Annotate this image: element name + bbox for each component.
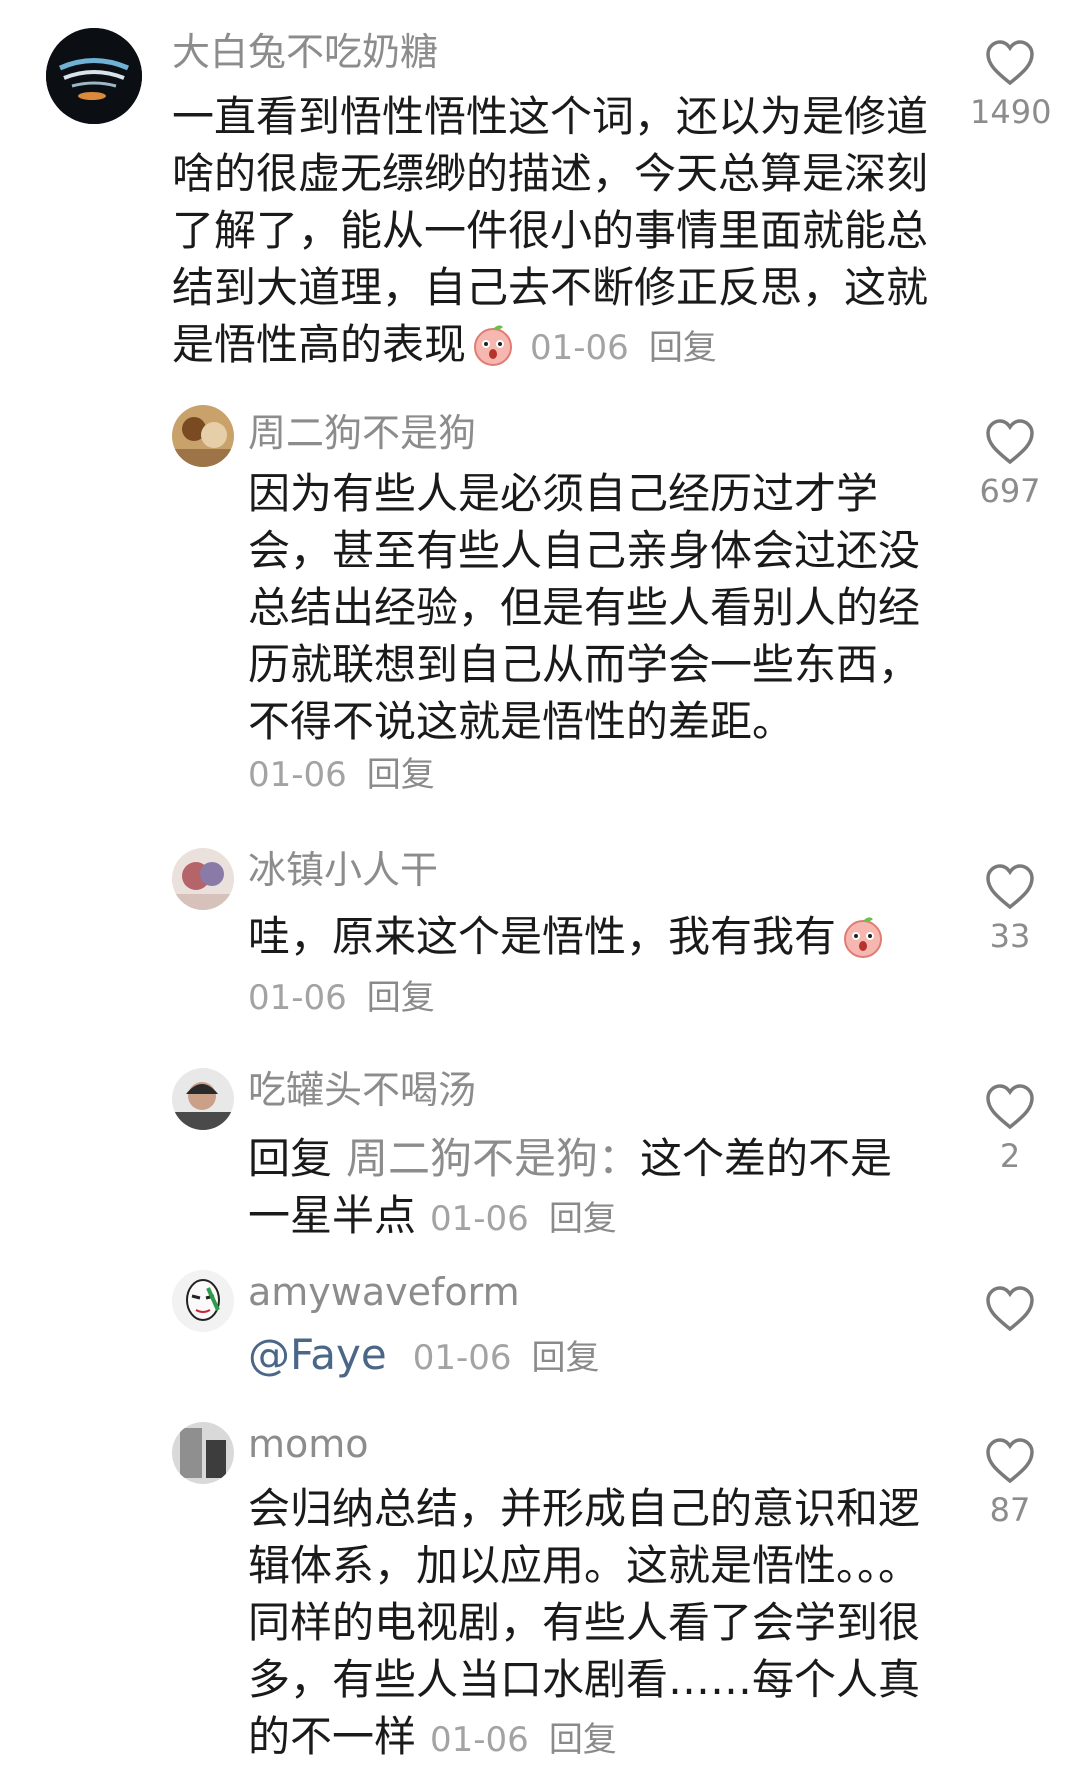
- heart-icon: [986, 40, 1034, 86]
- comment-meta: 01-06 回复: [430, 1199, 617, 1239]
- like-count: 33: [989, 917, 1031, 955]
- mention-link[interactable]: @Faye: [248, 1330, 387, 1379]
- like-count: 2: [999, 1137, 1021, 1175]
- heart-icon: [986, 1438, 1034, 1484]
- comment-text: 会归纳总结，并形成自己的意识和逻辑体系，加以应用。这就是悟性。。。同样的电视剧，…: [248, 1480, 928, 1769]
- comment-date: 01-06: [412, 1338, 512, 1378]
- like-count: 1490: [970, 93, 1052, 131]
- heart-icon: [986, 1084, 1034, 1130]
- surprised-peach-emoji: [474, 325, 513, 366]
- reply-button[interactable]: 回复: [649, 328, 717, 368]
- comment-date: 01-06: [530, 328, 629, 368]
- comment-body: 这个差的不是: [640, 1134, 893, 1183]
- surprised-peach-emoji: [844, 917, 883, 958]
- username[interactable]: momo: [248, 1422, 369, 1466]
- comment-meta: 01-06 回复: [430, 1720, 617, 1760]
- avatar[interactable]: [172, 1068, 234, 1130]
- username[interactable]: amywaveform: [248, 1270, 520, 1314]
- avatar[interactable]: [46, 28, 142, 124]
- reply-button[interactable]: 回复: [549, 1720, 617, 1760]
- username[interactable]: 大白兔不吃奶糖: [172, 30, 438, 74]
- comment-text: @Faye 01-06 回复: [248, 1326, 928, 1387]
- username[interactable]: 周二狗不是狗: [248, 411, 476, 455]
- comment-meta: 01-06 回复: [248, 753, 435, 797]
- comment-date: 01-06: [430, 1720, 529, 1760]
- reply-prefix: 回复: [248, 1134, 333, 1183]
- like-button[interactable]: 697: [970, 419, 1050, 511]
- heart-icon: [986, 419, 1034, 465]
- username[interactable]: 冰镇小人干: [248, 848, 438, 892]
- like-count: 697: [979, 472, 1041, 510]
- comment-meta: 01-06 回复: [248, 976, 435, 1020]
- reply-button[interactable]: 回复: [532, 1338, 600, 1378]
- like-button[interactable]: 87: [970, 1438, 1050, 1530]
- heart-icon: [986, 1286, 1034, 1332]
- comment-meta: 01-06 回复: [530, 328, 717, 368]
- comment-text: 哇，原来这个是悟性，我有我有: [248, 908, 928, 965]
- avatar[interactable]: [172, 405, 234, 467]
- avatar[interactable]: [172, 1270, 234, 1332]
- comment-text: 回复 周二狗不是狗：这个差的不是 一星半点 01-06 回复: [248, 1130, 928, 1248]
- comment-body: 哇，原来这个是悟性，我有我有: [248, 912, 837, 961]
- reply-button[interactable]: 回复: [549, 1199, 617, 1239]
- comment-text: 因为有些人是必须自己经历过才学会，甚至有些人自己亲身体会过还没总结出经验，但是有…: [248, 469, 921, 746]
- comment-body: 一星半点: [248, 1191, 417, 1240]
- like-button[interactable]: 1490: [970, 40, 1052, 132]
- comment-meta: 01-06 回复: [413, 1338, 600, 1378]
- comment-date: 01-06: [248, 978, 347, 1018]
- comment-date: 01-06: [430, 1199, 529, 1239]
- comment-date: 01-06: [248, 755, 347, 795]
- like-count: 87: [989, 1491, 1031, 1529]
- avatar[interactable]: [172, 848, 234, 910]
- like-button[interactable]: 33: [970, 864, 1050, 956]
- reply-button[interactable]: 回复: [367, 978, 435, 1018]
- comment-text: 一直看到悟性悟性这个词，还以为是修道啥的很虚无缥缈的描述，今天总算是深刻了解了，…: [172, 88, 932, 377]
- like-button[interactable]: 2: [970, 1084, 1050, 1176]
- reply-button[interactable]: 回复: [367, 755, 435, 795]
- like-button[interactable]: [970, 1286, 1050, 1332]
- heart-icon: [986, 864, 1034, 910]
- avatar[interactable]: [172, 1422, 234, 1484]
- username[interactable]: 吃罐头不喝汤: [248, 1068, 476, 1112]
- reply-to-user[interactable]: 周二狗不是狗：: [346, 1134, 640, 1183]
